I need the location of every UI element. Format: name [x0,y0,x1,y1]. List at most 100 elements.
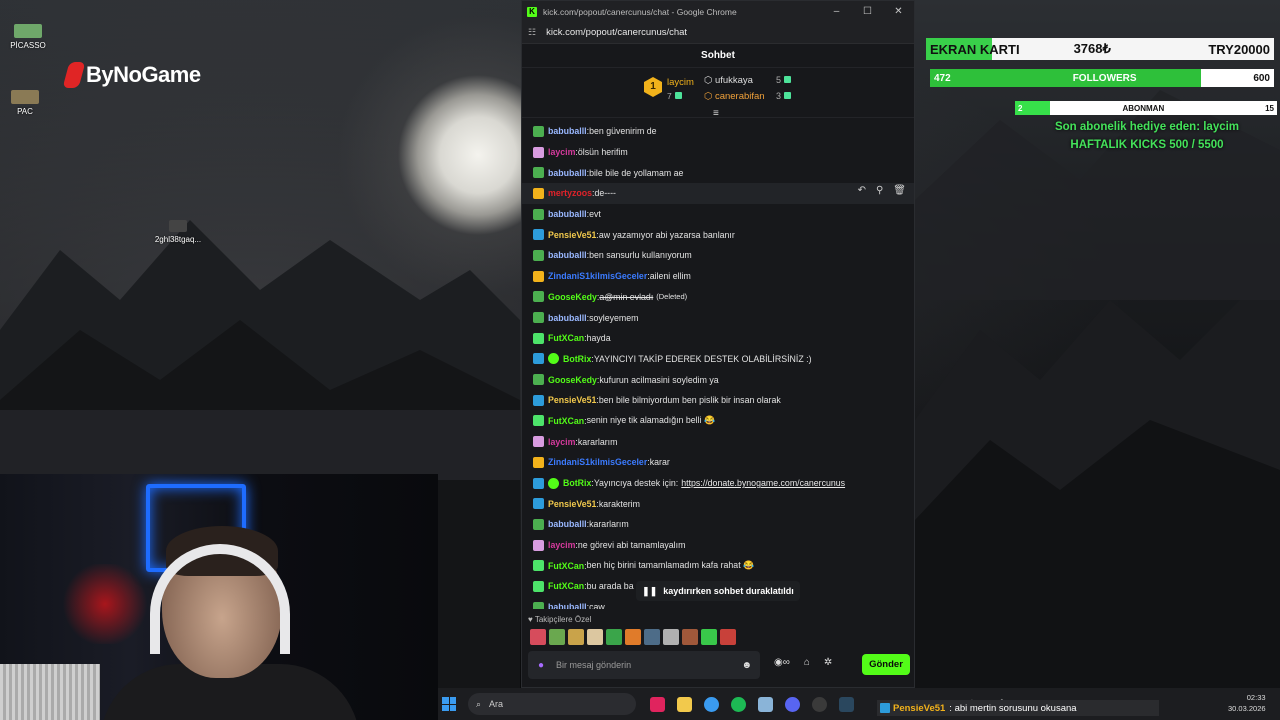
chat-username[interactable]: laycim [548,147,575,157]
store-icon[interactable]: ⌂ [804,657,810,668]
emote[interactable] [587,629,603,645]
emote[interactable] [701,629,717,645]
spotify-icon[interactable] [731,696,746,712]
chat-messages[interactable]: babuballl: ben güvenirim de laycim: ölsün… [522,121,914,609]
steam-icon[interactable] [839,696,854,712]
site-settings-icon[interactable]: ☷ [528,27,536,38]
desktop-icon-picasso[interactable]: PİCASSO [0,24,56,50]
chat-username[interactable]: babuballl [548,168,587,178]
file-explorer-icon[interactable] [677,696,692,712]
chat-message[interactable]: PensieVe51: karakterim [522,493,914,514]
network-app-icon[interactable] [758,696,773,712]
chat-message[interactable]: babuballl: ben sansurlu kullanıyorum [522,245,914,266]
chat-message[interactable]: FutXCan: ben hiç birini tamamlamadım kaf… [522,555,914,576]
chat-username[interactable]: GooseKedy [548,292,597,302]
chat-message[interactable]: FutXCan: senin niye tik alamadığın belli… [522,411,914,432]
abonman-label: ABONMAN [1122,103,1165,113]
chat-username[interactable]: GooseKedy [548,375,597,385]
obs-icon[interactable] [812,696,827,712]
chat-username[interactable]: mertyzoos [548,188,592,198]
emote[interactable] [720,629,736,645]
collapse-leaderboard-icon[interactable]: ≡ [713,108,719,119]
reply-icon[interactable]: ↶ [858,185,866,196]
chat-username[interactable]: FutXCan [548,581,584,591]
chat-message[interactable]: ZindaniS1kilmisGeceler: karar [522,452,914,473]
chat-message[interactable]: babuballl: soyleyemem [522,307,914,328]
chat-username[interactable]: FutXCan [548,416,584,426]
leader-third-name[interactable]: ⬡ canerabifan [704,91,765,102]
chat-username[interactable]: FutXCan [548,333,584,343]
chat-username[interactable]: BotRix [563,354,591,364]
chat-message-text: soyleyemem [589,312,639,323]
chat-message[interactable]: GooseKedy: kufurun acilmasini soyledim y… [522,369,914,390]
leader-second-name[interactable]: ⬡ ufukkaya [704,75,753,86]
address-bar[interactable]: ☷ kick.com/popout/canercunus/chat [522,22,914,44]
chat-message[interactable]: BotRix: Yayıncıya destek için: https://do… [522,473,914,494]
emote[interactable] [644,629,660,645]
abonman-goal: 15 [1265,103,1274,113]
settings-gear-icon[interactable]: ✲ [824,657,832,668]
chat-username[interactable]: FutXCan [548,561,584,571]
picasso-icon [14,24,42,38]
microphone-icon[interactable]: ● [538,660,544,671]
chat-input[interactable]: ● Bir mesaj gönderin ☻ [528,651,760,679]
chat-username[interactable]: PensieVe51 [548,230,596,240]
chat-message[interactable]: BotRix: YAYINCIYI TAKİP EDEREK DESTEK OL… [522,349,914,370]
chat-message[interactable]: laycim: ne görevi abi tamamlayalım [522,535,914,556]
windows-start-icon[interactable] [442,697,456,711]
chat-message[interactable]: FutXCan: hayda [522,328,914,349]
emote[interactable] [682,629,698,645]
chat-message[interactable]: babuballl: bile bile de yollamam ae [522,162,914,183]
taskbar-search[interactable]: ⌕ Ara [468,693,636,715]
emote[interactable] [663,629,679,645]
chat-username[interactable]: babuballl [548,126,587,136]
close-button[interactable]: ✕ [883,6,914,17]
taskbar-clock[interactable]: 02:33 30.03.2026 [1228,692,1266,714]
emote[interactable] [606,629,622,645]
minimize-button[interactable]: – [821,6,852,17]
maximize-button[interactable]: ☐ [852,6,883,17]
chat-link[interactable]: https://donate.bynogame.com/canercunus [681,478,845,488]
chat-message[interactable]: GooseKedy: a@min evladı (Deleted) [522,287,914,308]
pin-icon[interactable]: ⚲ [876,185,883,196]
chat-username[interactable]: babuballl [548,602,587,609]
chat-username[interactable]: babuballl [548,519,587,529]
predictions-icon[interactable]: ◉∞ [774,657,790,668]
chat-username[interactable]: babuballl [548,209,587,219]
chat-username[interactable]: laycim [548,437,575,447]
chat-username[interactable]: ZindaniS1kilmisGeceler [548,271,647,281]
chat-message[interactable]: PensieVe51: ben bile bilmiyordum ben pis… [522,390,914,411]
chat-username[interactable]: PensieVe51 [548,395,596,405]
emote[interactable] [549,629,565,645]
chat-message[interactable]: babuballl: kararlarım [522,514,914,535]
emote[interactable] [568,629,584,645]
chat-paused-notice[interactable]: ❚❚ kaydırırken sohbet duraklatıldı [636,581,800,601]
chat-message[interactable]: mertyzoos: de---- ↶ ⚲ 🗑 [522,183,914,204]
leader-first-name[interactable]: laycim [667,77,694,88]
chat-username[interactable]: ZindaniS1kilmisGeceler [548,457,647,467]
emoji-picker-icon[interactable]: ☻ [741,660,752,671]
chat-message[interactable]: laycim: ölsün herifim [522,142,914,163]
chat-username[interactable]: laycim [548,540,575,550]
emote[interactable] [625,629,641,645]
rank-badge-icon: 1 [644,77,662,97]
discord-icon[interactable] [785,696,800,712]
send-button[interactable]: Gönder [862,654,910,675]
media-app-icon[interactable] [650,696,665,712]
chat-username[interactable]: BotRix [563,478,591,488]
chat-message[interactable]: ZindaniS1kilmisGeceler: aileni ellim [522,266,914,287]
chat-username[interactable]: PensieVe51 [548,499,596,509]
chat-message[interactable]: laycim: kararlarım [522,431,914,452]
desktop-icon-pac[interactable]: PAC [0,90,53,116]
chrome-icon[interactable] [704,696,719,712]
chat-ticker: PensieVe51 : abi mertin sorusunu okusana [877,700,1159,716]
emote[interactable] [530,629,546,645]
chat-message[interactable]: PensieVe51: aw yazamıyor abi yazarsa ban… [522,224,914,245]
chat-message[interactable]: babuballl: ben güvenirim de [522,121,914,142]
delete-icon[interactable]: 🗑 [893,185,906,196]
chat-message[interactable]: babuballl: evt [522,204,914,225]
chat-username[interactable]: babuballl [548,250,587,260]
desktop-icon-file[interactable]: 2ghl38tgaq... [150,220,206,244]
chat-username[interactable]: babuballl [548,313,587,323]
user-badge-icon [533,498,544,510]
